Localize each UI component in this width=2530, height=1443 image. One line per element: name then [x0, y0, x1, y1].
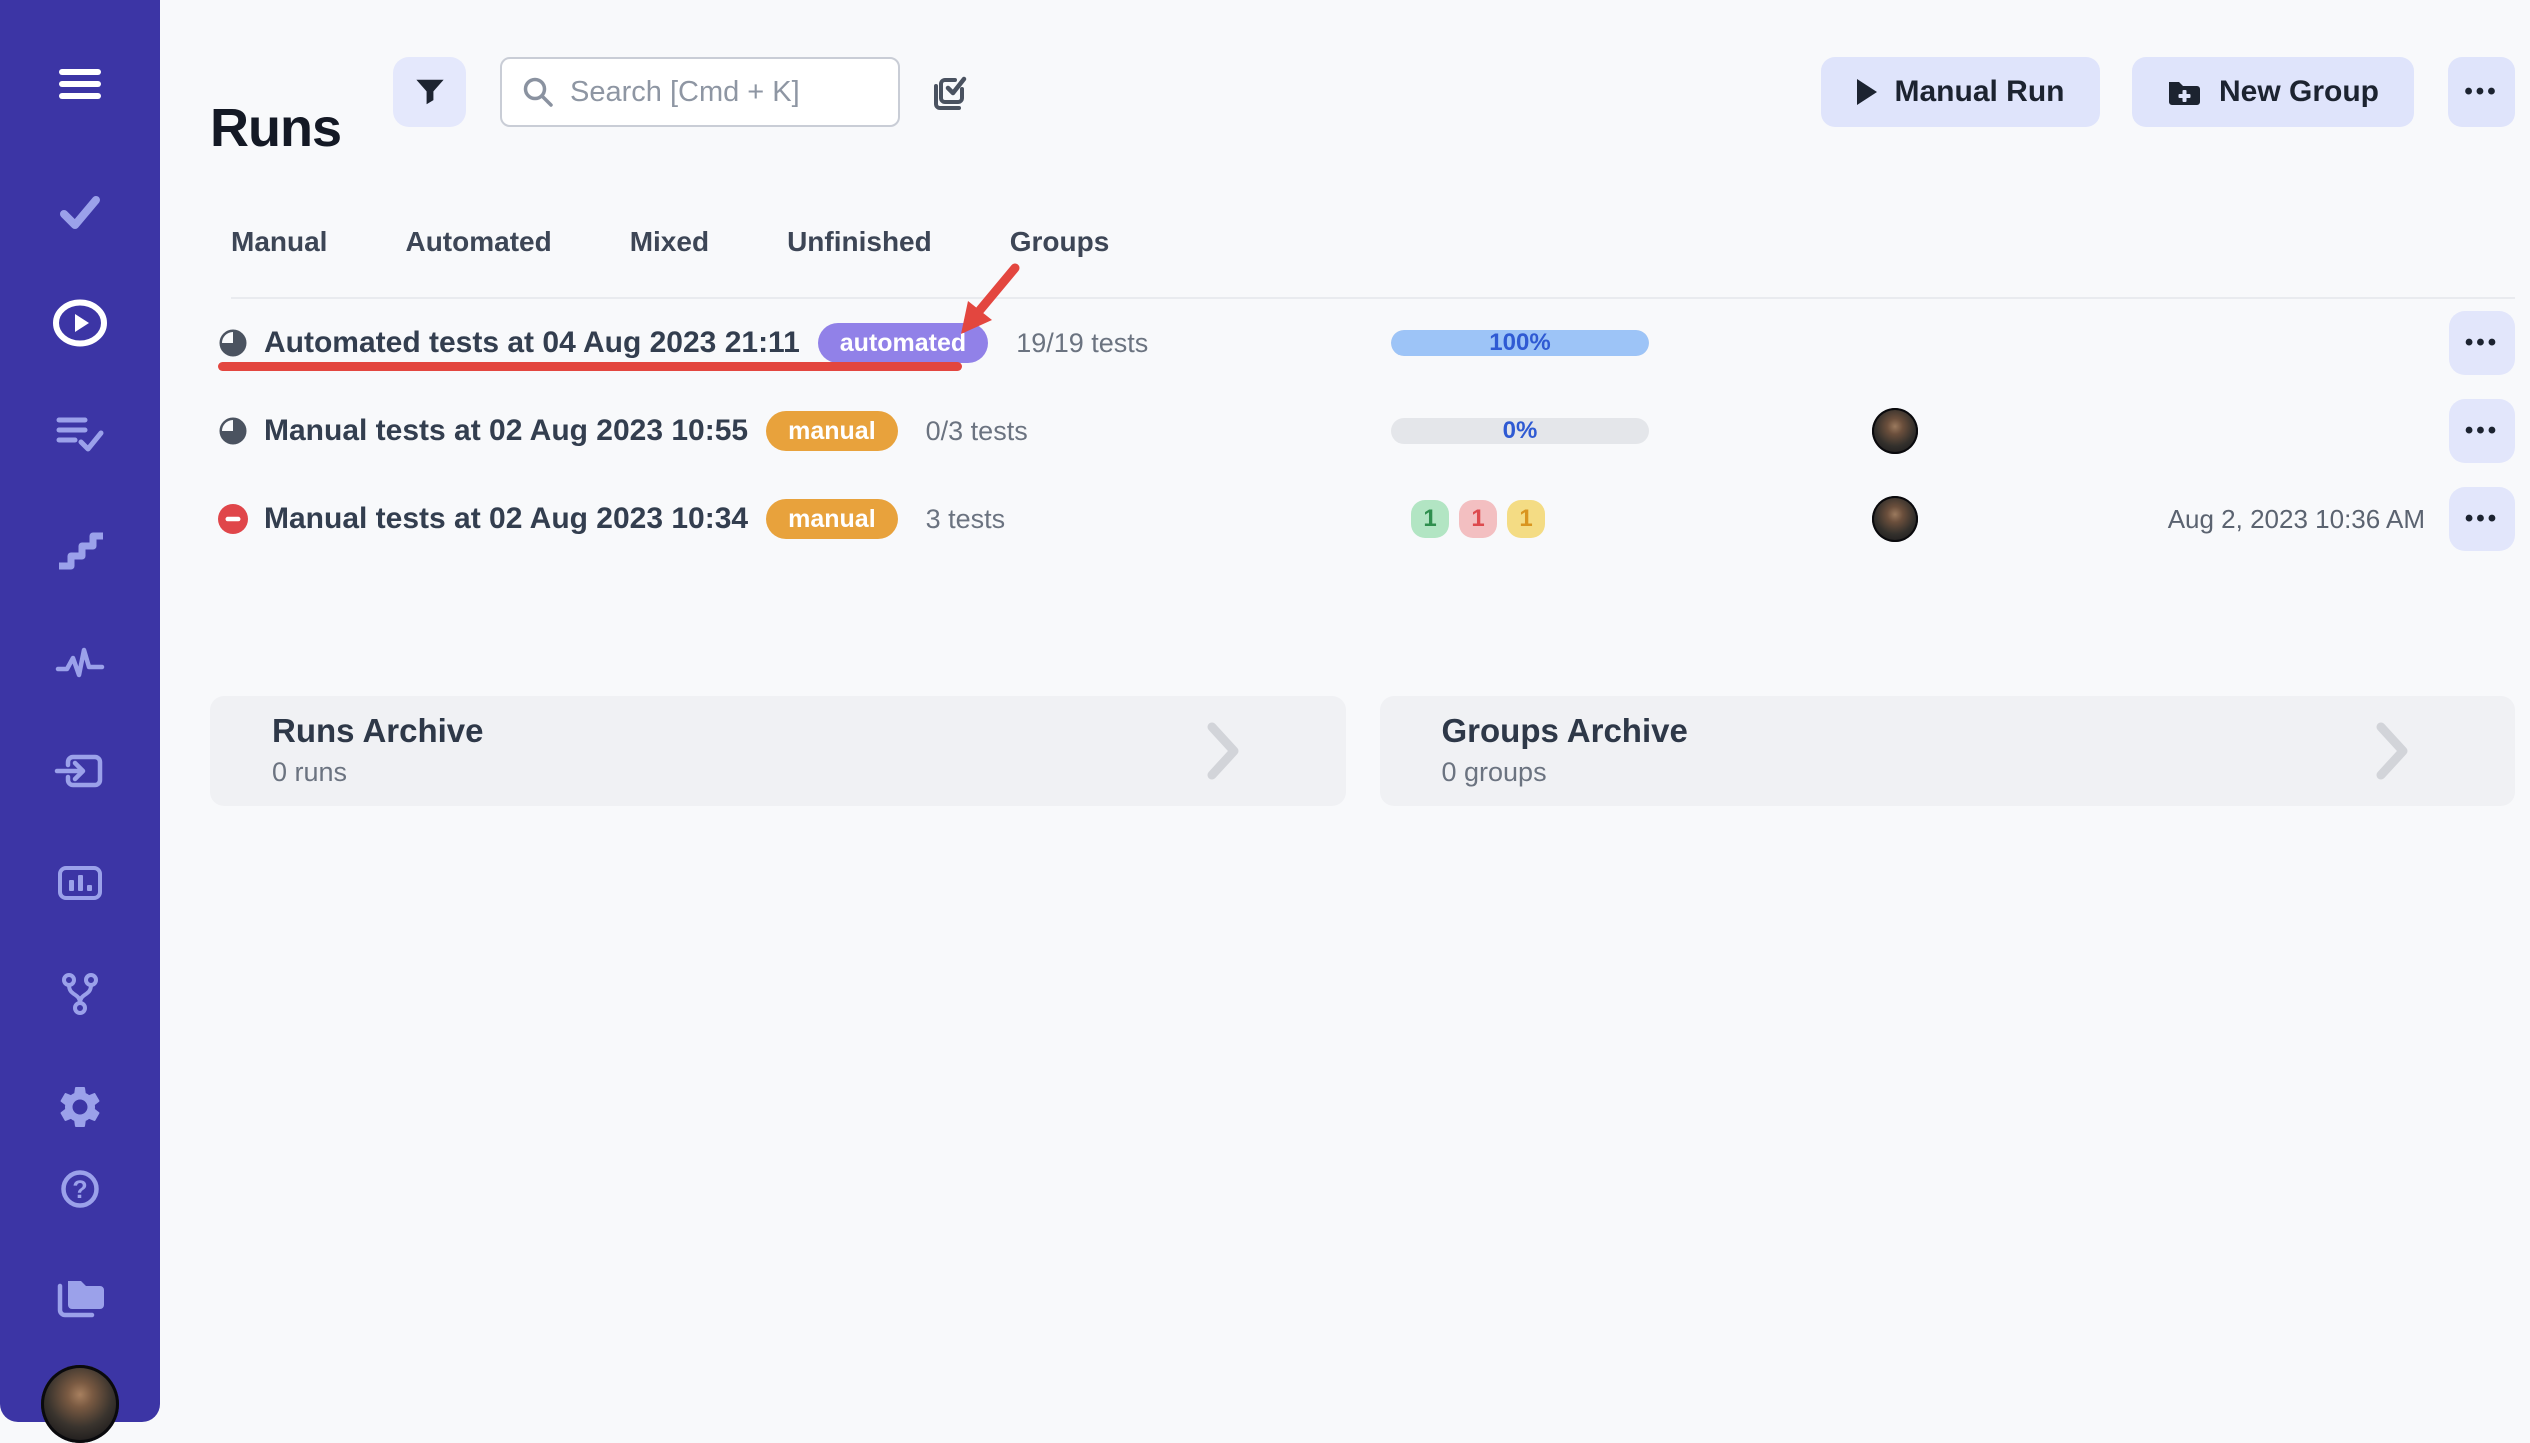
run-results-cell: 1 1 1 [1391, 500, 1649, 538]
archive-count: 0 groups [1442, 757, 2516, 788]
filter-button[interactable] [393, 57, 466, 127]
runs-tabs: Manual Automated Mixed Unfinished Groups [231, 227, 2515, 299]
activity-pulse-icon[interactable] [55, 639, 105, 679]
run-state-stopped-icon [218, 504, 248, 534]
run-title[interactable]: Manual tests at 02 Aug 2023 10:55 [264, 414, 748, 448]
run-row-2: Manual tests at 02 Aug 2023 10:55 manual… [210, 387, 2515, 475]
tab-manual[interactable]: Manual [231, 227, 327, 257]
blocked-count-chip: 1 [1507, 500, 1545, 538]
run-row-2-left: Manual tests at 02 Aug 2023 10:55 manual… [210, 411, 1391, 451]
tab-groups[interactable]: Groups [1010, 227, 1110, 257]
progress-bar: 100% [1391, 330, 1649, 356]
tab-automated[interactable]: Automated [405, 227, 551, 257]
search-input[interactable] [568, 75, 878, 110]
chevron-right-icon [1207, 721, 1241, 781]
archives-section: Runs Archive 0 runs Groups Archive 0 gro… [210, 696, 2515, 806]
user-avatar-photo [41, 1365, 119, 1443]
main-content: Runs Manual Run [160, 0, 2530, 1422]
page-header: Runs Manual Run [210, 57, 2515, 127]
assignee-avatar[interactable] [1872, 408, 1918, 454]
passed-count-chip: 1 [1411, 500, 1449, 538]
run-assignee-cell [1649, 496, 2140, 542]
run-title[interactable]: Automated tests at 04 Aug 2023 21:11 [264, 326, 800, 360]
archive-count: 0 runs [272, 757, 1346, 788]
search-icon [522, 76, 554, 108]
run-tests-count: 3 tests [926, 504, 1006, 535]
settings-gear-icon[interactable] [55, 1082, 105, 1132]
filter-funnel-icon [415, 76, 445, 108]
merge-branch-icon[interactable] [56, 970, 104, 1018]
menu-icon[interactable] [57, 64, 103, 104]
projects-folders-icon[interactable] [52, 1272, 108, 1322]
run-tests-count: 19/19 tests [1016, 328, 1148, 359]
new-group-label: New Group [2219, 75, 2379, 109]
chevron-right-icon [2376, 721, 2410, 781]
new-group-button[interactable]: New Group [2132, 57, 2414, 127]
run-row-3-left: Manual tests at 02 Aug 2023 10:34 manual… [210, 499, 1391, 539]
run-type-badge: automated [818, 323, 988, 363]
page-title: Runs [210, 97, 341, 159]
run-row-more-button[interactable]: ••• [2449, 399, 2515, 463]
run-type-badge: manual [766, 411, 898, 451]
tab-unfinished[interactable]: Unfinished [787, 227, 932, 257]
run-state-pie-icon [218, 328, 248, 358]
runs-list: Automated tests at 04 Aug 2023 21:11 aut… [210, 299, 2515, 563]
run-row-3: Manual tests at 02 Aug 2023 10:34 manual… [210, 475, 2515, 563]
ellipsis-icon: ••• [2464, 80, 2498, 104]
assignee-avatar[interactable] [1872, 496, 1918, 542]
run-state-pie-icon [218, 416, 248, 446]
groups-archive-card[interactable]: Groups Archive 0 groups [1380, 696, 2516, 806]
archive-title: Runs Archive [272, 712, 1346, 750]
play-icon [1857, 79, 1877, 105]
tab-mixed[interactable]: Mixed [630, 227, 709, 257]
import-icon[interactable] [54, 747, 106, 795]
archive-title: Groups Archive [1442, 712, 2516, 750]
run-type-badge: manual [766, 499, 898, 539]
manual-run-button[interactable]: Manual Run [1821, 57, 2100, 127]
svg-text:?: ? [72, 1176, 87, 1204]
help-icon[interactable]: ? [56, 1165, 104, 1213]
progress-percent-label: 0% [1391, 418, 1649, 444]
test-cases-check-icon[interactable] [56, 187, 104, 235]
ellipsis-icon: ••• [2465, 419, 2499, 443]
run-row-more-button[interactable]: ••• [2449, 311, 2515, 375]
run-row-1-left: Automated tests at 04 Aug 2023 21:11 aut… [210, 323, 1391, 363]
user-avatar[interactable] [41, 1365, 119, 1443]
failed-count-chip: 1 [1459, 500, 1497, 538]
header-more-button[interactable]: ••• [2448, 57, 2515, 127]
run-finished-date: Aug 2, 2023 10:36 AM [2140, 504, 2449, 535]
runs-play-circle-icon[interactable] [52, 299, 108, 347]
folder-plus-icon [2167, 77, 2201, 107]
milestones-steps-icon[interactable] [55, 527, 105, 571]
manual-run-label: Manual Run [1895, 75, 2065, 109]
run-assignee-cell [1649, 408, 2140, 454]
ellipsis-icon: ••• [2465, 331, 2499, 355]
run-progress-cell: 100% [1391, 330, 1649, 356]
multi-select-icon[interactable] [928, 71, 970, 113]
result-chips: 1 1 1 [1391, 500, 1649, 538]
test-plans-list-check-icon[interactable] [55, 412, 105, 456]
progress-bar: 0% [1391, 418, 1649, 444]
run-title[interactable]: Manual tests at 02 Aug 2023 10:34 [264, 502, 748, 536]
search-box [500, 57, 900, 127]
runs-archive-card[interactable]: Runs Archive 0 runs [210, 696, 1346, 806]
run-progress-cell: 0% [1391, 418, 1649, 444]
reports-bar-chart-icon[interactable] [55, 859, 105, 907]
run-row-more-button[interactable]: ••• [2449, 487, 2515, 551]
sidebar: ? [0, 0, 160, 1422]
ellipsis-icon: ••• [2465, 507, 2499, 531]
progress-percent-label: 100% [1391, 330, 1649, 356]
run-tests-count: 0/3 tests [926, 416, 1028, 447]
run-row-1: Automated tests at 04 Aug 2023 21:11 aut… [210, 299, 2515, 387]
